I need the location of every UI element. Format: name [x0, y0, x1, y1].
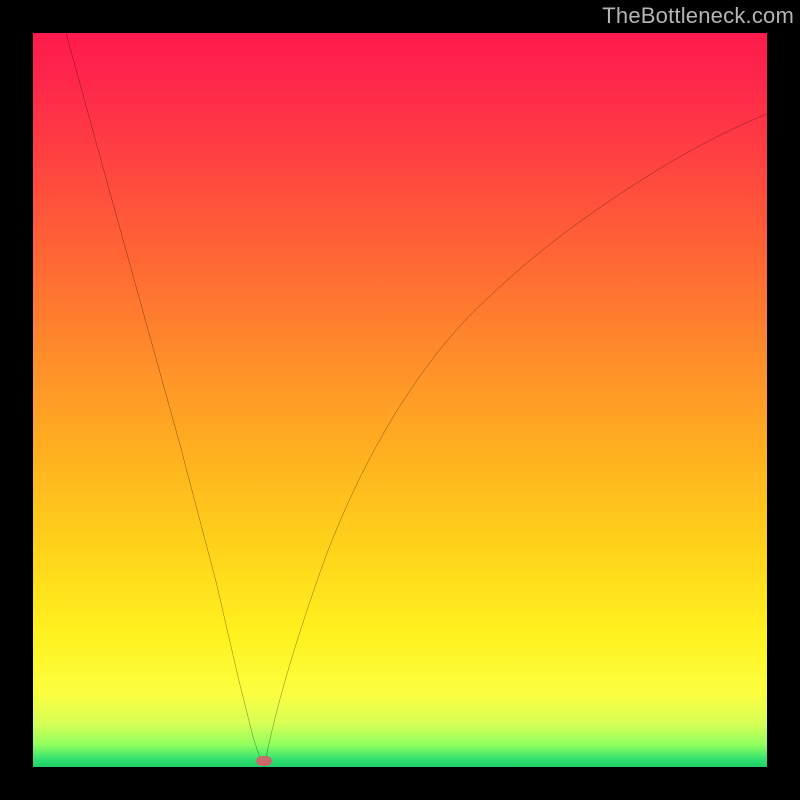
plot-area: [33, 33, 767, 767]
min-marker: [256, 756, 272, 766]
chart-frame: TheBottleneck.com: [0, 0, 800, 800]
bottleneck-curve: [33, 33, 767, 767]
watermark-text: TheBottleneck.com: [602, 3, 794, 29]
